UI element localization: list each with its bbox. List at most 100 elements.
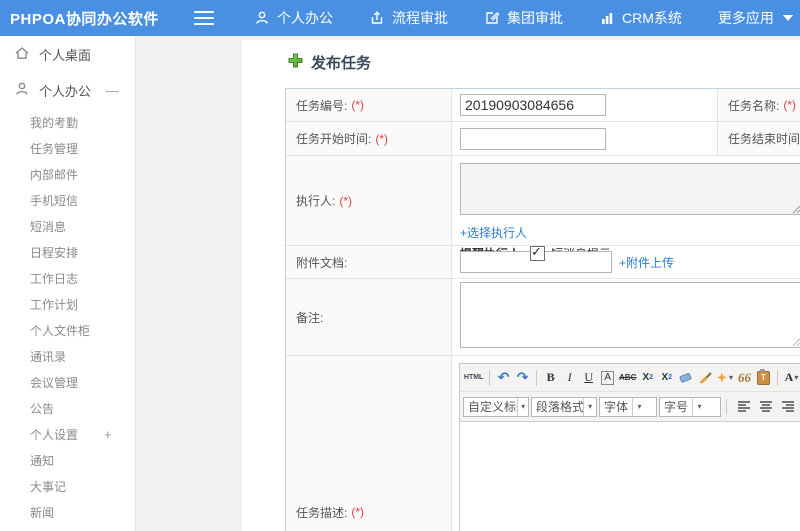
source-code-button[interactable]: HTML	[463, 369, 484, 387]
attachment-label: 附件文档:	[296, 255, 348, 270]
editor-content-area[interactable]	[460, 422, 800, 531]
sidebar-item-personal-desktop[interactable]: 个人桌面	[0, 36, 135, 72]
nav-process-approval[interactable]: 流程审批	[369, 8, 448, 28]
align-right-icon[interactable]	[780, 398, 797, 416]
sidebar-item-personal-settings[interactable]: 个人设置 +	[0, 422, 135, 448]
nav-personal-office[interactable]: 个人办公	[254, 8, 333, 28]
expand-icon[interactable]: +	[104, 422, 112, 448]
required-mark: (*)	[351, 98, 365, 112]
sidebar-item-announcement[interactable]: 公告	[0, 396, 135, 422]
resize-grip-icon[interactable]	[792, 334, 800, 352]
sidebar-section-personal-office[interactable]: 个人办公 —	[0, 72, 135, 108]
sidebar-item-mobile-sms[interactable]: 手机短信	[0, 188, 135, 214]
app-logo: PHPOA协同办公软件	[10, 10, 159, 28]
alignment-buttons	[736, 398, 800, 416]
chevron-down-icon: ▾	[794, 373, 799, 382]
underline-button[interactable]: U	[580, 369, 597, 387]
description-label: 任务描述:	[296, 505, 348, 520]
italic-button[interactable]: I	[561, 369, 578, 387]
paste-icon[interactable]: T	[755, 368, 772, 387]
font-color-button[interactable]: A ▾	[783, 369, 800, 387]
bar-chart-icon	[599, 10, 615, 26]
nav-group-approval[interactable]: 集团审批	[484, 8, 563, 28]
toolbar-separator	[489, 369, 491, 386]
align-left-icon[interactable]	[736, 398, 753, 416]
task-name-label: 任务名称:	[728, 98, 780, 113]
sidebar-item-internal-mail[interactable]: 内部邮件	[0, 162, 135, 188]
chevron-down-icon: ▾	[728, 373, 733, 382]
chevron-down-icon	[782, 15, 793, 21]
form-row-start-time: 任务开始时间: (*) 任务结束时间: (*)	[286, 122, 800, 156]
remark-label: 备注:	[296, 310, 324, 325]
sidebar-item-task-management[interactable]: 任务管理	[0, 136, 135, 162]
executor-textarea[interactable]	[460, 163, 800, 215]
choose-executor-link[interactable]: +选择执行人	[460, 224, 527, 241]
sidebar: 个人桌面 个人办公 — 我的考勤 任务管理 内部邮件 手机短信 短消息 日程安排…	[0, 36, 136, 531]
main-nav: 个人办公 流程审批 集团审批 CRM系统 更多应用	[254, 8, 793, 28]
sidebar-item-schedule[interactable]: 日程安排	[0, 240, 135, 266]
editor-toolbar-row1: HTML ↶ ↷ B I U A ABC X2 X2 ▾ 66 T A ▾	[460, 364, 800, 392]
user-icon	[254, 10, 270, 26]
task-form: 任务编号: (*) 任务名称: (*) 任务开始时间: (*)	[285, 88, 800, 531]
start-time-input[interactable]	[460, 127, 606, 150]
align-center-icon[interactable]	[758, 398, 775, 416]
sidebar-item-work-log[interactable]: 工作日志	[0, 266, 135, 292]
eraser-icon[interactable]	[677, 369, 694, 387]
required-mark: (*)	[351, 505, 365, 519]
edit-square-icon	[484, 10, 500, 26]
sparkle-dropdown-icon[interactable]: ▾	[715, 369, 734, 387]
sidebar-item-contacts[interactable]: 通讯录	[0, 344, 135, 370]
toolbar-separator	[536, 369, 538, 386]
remark-textarea[interactable]	[460, 281, 800, 348]
form-row-remark: 备注:	[286, 279, 800, 356]
resize-grip-icon[interactable]	[792, 201, 800, 219]
form-row-executor: 执行人: (*) +选择执行人 提醒执行人: 短消息提示	[286, 156, 800, 261]
nav-more-apps[interactable]: 更多应用	[718, 8, 793, 28]
chevron-down-icon: ▾	[517, 397, 528, 416]
toolbar-separator	[777, 369, 778, 386]
chevron-down-icon: ▾	[632, 397, 646, 416]
app-window: PHPOA协同办公软件 个人办公 流程审批 集团审批 CRM系统 更多应用 个人…	[0, 0, 800, 531]
collapse-icon[interactable]: —	[106, 83, 119, 98]
sms-checkbox[interactable]	[530, 244, 545, 261]
sidebar-item-notification[interactable]: 通知	[0, 448, 135, 474]
page-title: 发布任务	[288, 52, 371, 73]
sidebar-item-short-message[interactable]: 短消息	[0, 214, 135, 240]
format-brush-icon[interactable]	[696, 369, 713, 387]
sidebar-item-work-plan[interactable]: 工作计划	[0, 292, 135, 318]
user-icon	[14, 81, 30, 100]
undo-icon[interactable]: ↶	[495, 369, 512, 387]
strikethrough-button[interactable]: ABC	[618, 369, 637, 387]
add-icon	[288, 53, 303, 72]
font-size-dropdown[interactable]: 字号 ▾	[659, 396, 721, 417]
menu-toggle-icon[interactable]	[194, 11, 214, 25]
sidebar-item-memorabilia[interactable]: 大事记	[0, 474, 135, 500]
required-mark: (*)	[339, 193, 353, 208]
required-mark: (*)	[783, 98, 797, 112]
executor-label: 执行人:	[296, 194, 336, 208]
nav-crm[interactable]: CRM系统	[599, 8, 682, 28]
home-icon	[14, 45, 30, 64]
font-style-button[interactable]: A	[599, 369, 616, 387]
superscript-button[interactable]: X2	[639, 369, 656, 387]
rich-text-editor: HTML ↶ ↷ B I U A ABC X2 X2 ▾ 66 T A ▾ 自定…	[459, 363, 800, 531]
editor-toolbar-row2: 自定义标题 ▾ 段落格式 ▾ 字体 ▾	[460, 392, 800, 422]
sidebar-item-meeting-management[interactable]: 会议管理	[0, 370, 135, 396]
sidebar-item-file-cabinet[interactable]: 个人文件柜	[0, 318, 135, 344]
font-family-dropdown[interactable]: 字体 ▾	[599, 396, 657, 417]
bold-button[interactable]: B	[542, 369, 559, 387]
top-navbar: PHPOA协同办公软件 个人办公 流程审批 集团审批 CRM系统 更多应用	[0, 0, 800, 36]
blockquote-button[interactable]: 66	[736, 369, 753, 387]
attachment-upload-link[interactable]: +附件上传	[619, 254, 674, 271]
task-no-input[interactable]	[460, 94, 606, 116]
redo-icon[interactable]: ↷	[514, 369, 531, 387]
subscript-button[interactable]: X2	[658, 369, 675, 387]
sidebar-item-vote-survey[interactable]: 投票调查	[0, 526, 135, 531]
paragraph-format-dropdown[interactable]: 段落格式 ▾	[531, 396, 597, 417]
task-no-label: 任务编号:	[296, 98, 348, 113]
main-content: 发布任务 任务编号: (*) 任务名称: (*)	[242, 40, 800, 531]
toolbar-separator	[726, 398, 727, 415]
sidebar-item-news[interactable]: 新闻	[0, 500, 135, 526]
custom-title-dropdown[interactable]: 自定义标题 ▾	[463, 396, 529, 417]
sidebar-item-my-attendance[interactable]: 我的考勤	[0, 110, 135, 136]
